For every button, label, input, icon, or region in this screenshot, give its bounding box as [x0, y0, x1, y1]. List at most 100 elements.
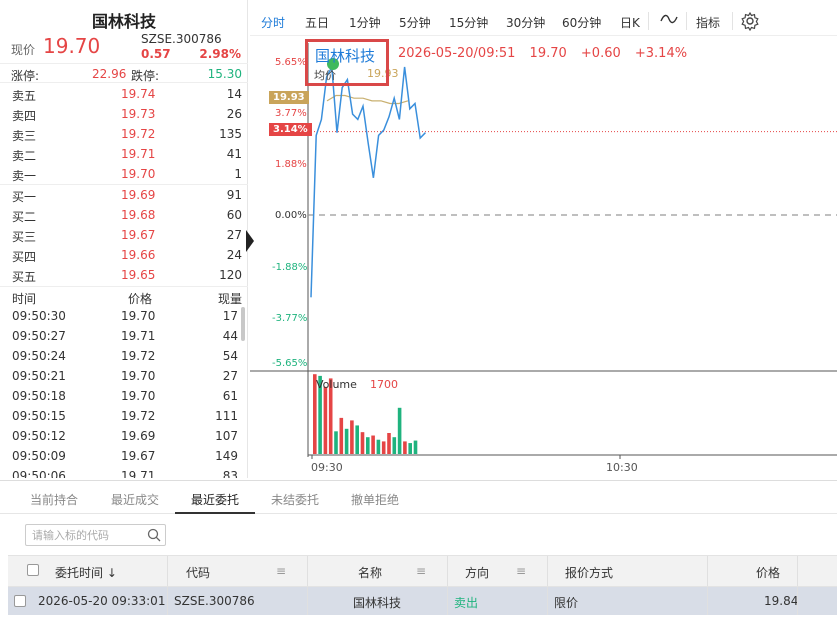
ask-volume: 1 — [234, 167, 242, 181]
limit-down-value: 15.30 — [207, 67, 242, 81]
order-quote-type: 限价 — [554, 596, 579, 610]
ticks-scrollbar[interactable] — [241, 307, 245, 341]
bid-row: 买四 19.66 24 — [0, 245, 248, 265]
tick-time: 09:50:15 — [12, 409, 66, 423]
tab-open-orders[interactable]: 未结委托 — [271, 491, 319, 508]
tick-row: 09:50:21 19.70 27 — [0, 367, 248, 387]
volume-bar — [355, 425, 359, 454]
col-header-code[interactable]: 代码 — [186, 564, 210, 581]
period-tab-60min[interactable]: 60分钟 — [562, 14, 601, 31]
y-tick-label: -5.65% — [272, 358, 308, 369]
tick-row: 09:50:30 19.70 17 — [0, 307, 248, 327]
order-book: 卖五 19.74 14 卖四 19.73 26 卖三 19.72 135 卖二 19.71 41… — [0, 84, 248, 285]
column-divider — [307, 556, 308, 586]
intraday-chart[interactable]: 国林科技 2026-05-20/09:51 19.70 +0.60 +3.14%… — [250, 37, 837, 477]
indicator-button[interactable]: 指标 — [696, 14, 720, 31]
order-time: 2026-05-20 09:33:01 — [38, 594, 166, 608]
period-tab-timeshare[interactable]: 分时 — [261, 14, 285, 31]
pct-badge: 3.14% — [269, 123, 312, 136]
orders-table-header: 委托时间 ↓ 代码 ≡ 名称 ≡ 方向 ≡ 报价方式 价格 — [8, 555, 837, 587]
column-menu-icon[interactable]: ≡ — [276, 564, 286, 578]
x-tick-label: 09:30 — [311, 461, 343, 474]
symbol-search-input[interactable] — [32, 527, 144, 543]
ask-volume: 14 — [226, 87, 242, 101]
column-divider — [707, 556, 708, 586]
settings-gear-icon[interactable] — [740, 11, 760, 34]
period-tab-daily[interactable]: 日K — [620, 14, 640, 31]
column-menu-icon[interactable]: ≡ — [416, 564, 426, 578]
chart-info: 2026-05-20/09:51 19.70 +0.60 +3.14% — [398, 46, 697, 61]
search-icon[interactable] — [147, 528, 161, 545]
chart-datetime: 2026-05-20/09:51 — [398, 46, 516, 61]
col-header-quote-type[interactable]: 报价方式 — [565, 564, 613, 581]
current-price: 19.70 — [43, 34, 101, 58]
col-header-price[interactable]: 价格 — [756, 564, 780, 581]
tick-volume: 107 — [215, 429, 238, 443]
volume-bar — [334, 431, 338, 454]
volume-bar — [376, 439, 381, 454]
bid-row: 买二 19.68 60 — [0, 205, 248, 225]
bid-price: 19.66 — [121, 248, 156, 262]
tab-cancelled-orders[interactable]: 撤单拒绝 — [351, 491, 399, 508]
tab-recent-orders[interactable]: 最近委托 — [191, 491, 239, 508]
tick-price: 19.70 — [121, 369, 156, 383]
ask-row: 卖四 19.73 26 — [0, 104, 248, 124]
column-menu-icon[interactable]: ≡ — [516, 564, 526, 578]
chart-type-icon[interactable] — [659, 10, 679, 31]
volume-bar — [408, 443, 412, 454]
bid-label: 买三 — [12, 230, 37, 244]
bid-price: 19.65 — [121, 268, 156, 282]
x-tick-label: 10:30 — [606, 461, 638, 474]
column-divider — [547, 556, 548, 586]
tab-recent-trades[interactable]: 最近成交 — [111, 491, 159, 508]
volume-bar — [413, 440, 418, 454]
order-direction: 卖出 — [454, 596, 479, 610]
tick-price: 19.72 — [121, 349, 156, 363]
y-tick-label: -3.77% — [272, 313, 308, 324]
ticks-list[interactable]: 09:50:30 19.70 17 09:50:27 19.71 44 09:50:24… — [0, 307, 248, 478]
bid-volume: 27 — [226, 228, 242, 242]
tick-row: 09:50:06 19.71 83 — [0, 467, 248, 478]
tick-price: 19.71 — [121, 469, 156, 478]
tick-time: 09:50:12 — [12, 429, 66, 443]
tick-volume: 61 — [222, 389, 238, 403]
period-tab-5min[interactable]: 5分钟 — [399, 14, 431, 31]
column-divider — [707, 587, 708, 615]
tab-positions[interactable]: 当前持合 — [30, 491, 78, 508]
orders-tabs: 当前持合 最近成交 最近委托 未结委托 撤单拒绝 — [0, 480, 837, 514]
volume-bar — [387, 433, 391, 454]
period-tab-15min[interactable]: 15分钟 — [449, 14, 488, 31]
column-divider — [547, 587, 548, 615]
toolbar-divider — [648, 12, 649, 30]
tick-price: 19.67 — [121, 449, 156, 463]
col-header-time[interactable]: 委托时间 ↓ — [55, 564, 117, 581]
order-row[interactable]: 2026-05-20 09:33:01 SZSE.300786 国林科技 卖出 … — [8, 587, 837, 615]
col-header-direction[interactable]: 方向 — [465, 564, 489, 581]
volume-bar — [366, 437, 370, 454]
tick-row: 09:50:18 19.70 61 — [0, 387, 248, 407]
quote-panel: 国林科技 现价 19.70 SZSE.300786 0.57 2.98% 涨停:… — [0, 0, 248, 478]
tick-time: 09:50:24 — [12, 349, 66, 363]
ask-row: 卖三 19.72 135 — [0, 124, 248, 144]
price-line — [310, 64, 426, 298]
period-tab-30min[interactable]: 30分钟 — [506, 14, 545, 31]
period-tab-5day[interactable]: 五日 — [305, 14, 329, 31]
ask-price: 19.70 — [121, 167, 156, 181]
bid-row: 买一 19.69 91 — [0, 185, 248, 205]
tick-volume: 54 — [222, 349, 238, 363]
stock-name: 国林科技 — [91, 12, 156, 31]
bid-volume: 120 — [219, 268, 242, 282]
period-tab-1min[interactable]: 1分钟 — [349, 14, 381, 31]
column-divider — [167, 556, 168, 586]
tick-row: 09:50:27 19.71 44 — [0, 327, 248, 347]
tick-row: 09:50:12 19.69 107 — [0, 427, 248, 447]
tick-volume: 149 — [215, 449, 238, 463]
price-badge: 19.93 — [269, 91, 309, 104]
row-checkbox[interactable] — [14, 595, 26, 607]
volume-bar — [323, 386, 328, 454]
highlight-box — [305, 39, 389, 86]
column-divider — [307, 587, 308, 615]
ask-price: 19.72 — [121, 127, 156, 141]
col-header-name[interactable]: 名称 — [358, 564, 382, 581]
select-all-checkbox[interactable] — [27, 564, 39, 576]
